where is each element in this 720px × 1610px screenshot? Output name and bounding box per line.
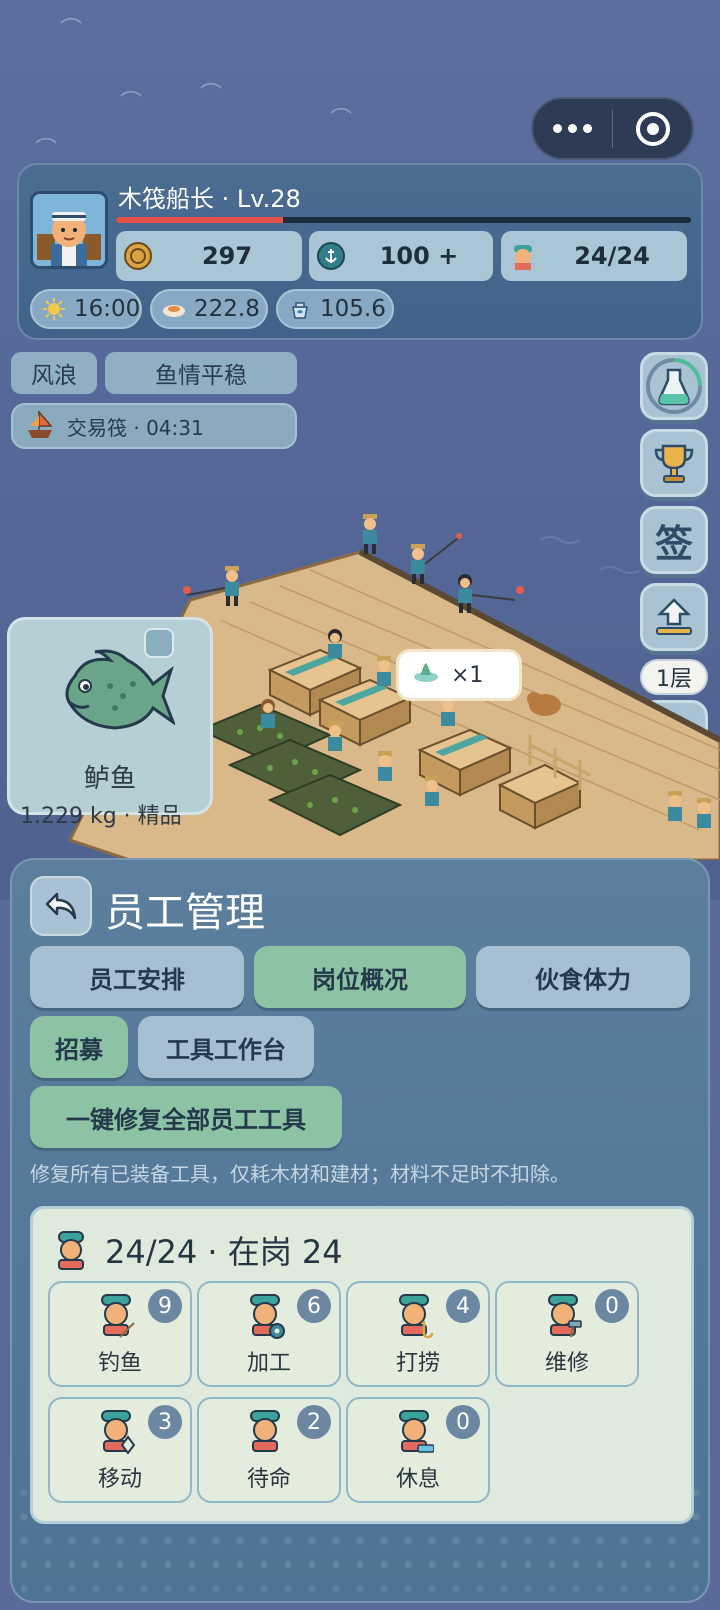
- food-display: 222.8: [150, 289, 268, 329]
- coin-icon: [124, 242, 152, 270]
- trade-boat-icon: [25, 408, 55, 445]
- time-display: 16:00: [30, 289, 142, 329]
- back-arrow-icon: [45, 892, 77, 920]
- player-name-level: 木筏船长 · Lv.28: [118, 185, 301, 213]
- staff-roster: 24/24 · 在岗 24 9 钓鱼 6 加工 4 打捞 0 维修 3 移动 2…: [30, 1206, 694, 1524]
- staff-value: 24/24: [574, 242, 650, 270]
- tab-position-overview[interactable]: 岗位概况: [254, 946, 466, 1008]
- fish-name: 鲈鱼: [83, 764, 136, 794]
- worker-icon: [58, 1231, 84, 1270]
- fishing-worker-icon: [101, 1294, 135, 1338]
- toast-count: ×1: [451, 662, 484, 688]
- seagull-icon: ︵: [120, 76, 143, 101]
- tab-staff-assignment[interactable]: 员工安排: [30, 946, 244, 1008]
- standby-worker-icon: [250, 1410, 280, 1452]
- water-value: 105.6: [320, 296, 386, 322]
- processing-worker-icon: [250, 1294, 285, 1339]
- more-menu-button[interactable]: [533, 99, 612, 158]
- repair-all-tools-button[interactable]: 一键修复全部员工工具: [30, 1086, 342, 1148]
- staff-management-panel: 员工管理 员工安排 岗位概况 伙食体力 招募 工具工作台 一键修复全部员工工具 …: [10, 858, 710, 1603]
- trophy-icon: [654, 444, 694, 483]
- tool-workbench-button[interactable]: 工具工作台: [138, 1016, 314, 1078]
- anchor-value: 100 +: [379, 242, 459, 270]
- role-card-standby[interactable]: 2 待命: [197, 1397, 341, 1503]
- harvest-toast: ×1: [396, 649, 522, 701]
- worker-icon: [509, 242, 537, 270]
- trade-raft-timer[interactable]: 交易筏 · 04:31: [11, 403, 297, 449]
- role-card-salvage[interactable]: 4 打捞: [346, 1281, 490, 1387]
- role-label: 钓鱼: [97, 1351, 142, 1376]
- role-label: 待命: [246, 1467, 291, 1492]
- player-status-panel: 木筏船长 · Lv.28 297 100 + 24/24 16:00 222.8: [17, 163, 703, 340]
- food-value: 222.8: [194, 296, 260, 322]
- tab-meals-stamina[interactable]: 伙食体力: [476, 946, 690, 1008]
- time-value: 16:00: [74, 296, 141, 322]
- water-pot-icon: [288, 297, 312, 321]
- trade-raft-label: 交易筏 · 04:31: [67, 415, 204, 440]
- xp-progress-fill: [116, 217, 283, 223]
- role-count-badge: 3: [148, 1405, 182, 1439]
- role-count-badge: 0: [446, 1405, 480, 1439]
- close-miniprogram-button[interactable]: [613, 99, 692, 158]
- role-card-processing[interactable]: 6 加工: [197, 1281, 341, 1387]
- fish-icon: [65, 649, 175, 730]
- sun-icon: [42, 297, 66, 321]
- coin-value: 297: [201, 242, 253, 270]
- seagull-icon: ︵: [330, 93, 353, 118]
- seagull-icon: ︵: [200, 68, 223, 93]
- roster-summary-text: 24/24 · 在岗 24: [105, 1233, 343, 1271]
- player-avatar[interactable]: [30, 191, 108, 269]
- seagull-icon: ︵: [35, 123, 58, 148]
- role-count-badge: 4: [446, 1289, 480, 1323]
- anchor-counter[interactable]: 100 +: [309, 231, 493, 281]
- miniprogram-capsule: [531, 97, 694, 160]
- salvage-worker-icon: [399, 1294, 434, 1339]
- repair-note: 修复所有已装备工具，仅耗木材和建材；材料不足时不扣除。: [30, 1162, 570, 1186]
- repair-worker-icon: [548, 1294, 582, 1338]
- role-label: 加工: [246, 1351, 291, 1376]
- coin-counter[interactable]: 297: [116, 231, 302, 281]
- role-label: 打捞: [395, 1351, 440, 1376]
- role-count-badge: 2: [297, 1405, 331, 1439]
- anchor-icon: [317, 242, 345, 270]
- trophy-button[interactable]: [640, 429, 708, 497]
- flask-icon: [646, 358, 702, 414]
- role-count-badge: 0: [595, 1289, 629, 1323]
- food-bowl-icon: [162, 297, 186, 321]
- staff-counter[interactable]: 24/24: [501, 231, 687, 281]
- recruit-button[interactable]: 招募: [30, 1016, 128, 1078]
- roster-summary: 24/24 · 在岗 24: [53, 1227, 343, 1273]
- role-count-badge: 9: [148, 1289, 182, 1323]
- role-label: 维修: [544, 1351, 589, 1376]
- role-count-badge: 6: [297, 1289, 331, 1323]
- research-button[interactable]: [640, 352, 708, 420]
- role-card-fishing[interactable]: 9 钓鱼: [48, 1281, 192, 1387]
- xp-progress-bar: [116, 217, 691, 223]
- caught-fish-card[interactable]: 鲈鱼 1.229 kg · 精品: [7, 617, 213, 829]
- role-card-resting[interactable]: 0 休息: [346, 1397, 490, 1503]
- role-label: 休息: [395, 1467, 440, 1492]
- water-display: 105.6: [276, 289, 394, 329]
- fishing-status: 鱼情平稳: [105, 352, 297, 394]
- role-card-moving[interactable]: 3 移动: [48, 1397, 192, 1503]
- fish-weight-quality: 1.229 kg · 精品: [20, 804, 182, 829]
- panel-title: 员工管理: [105, 890, 265, 936]
- role-label: 移动: [97, 1467, 142, 1492]
- weather-label: 风浪: [11, 352, 97, 394]
- seagull-icon: ︵: [60, 3, 83, 28]
- role-card-repair[interactable]: 0 维修: [495, 1281, 639, 1387]
- seaweed-icon: [413, 661, 439, 689]
- moving-worker-icon: [101, 1410, 136, 1455]
- back-button[interactable]: [30, 876, 92, 936]
- resting-worker-icon: [399, 1410, 434, 1453]
